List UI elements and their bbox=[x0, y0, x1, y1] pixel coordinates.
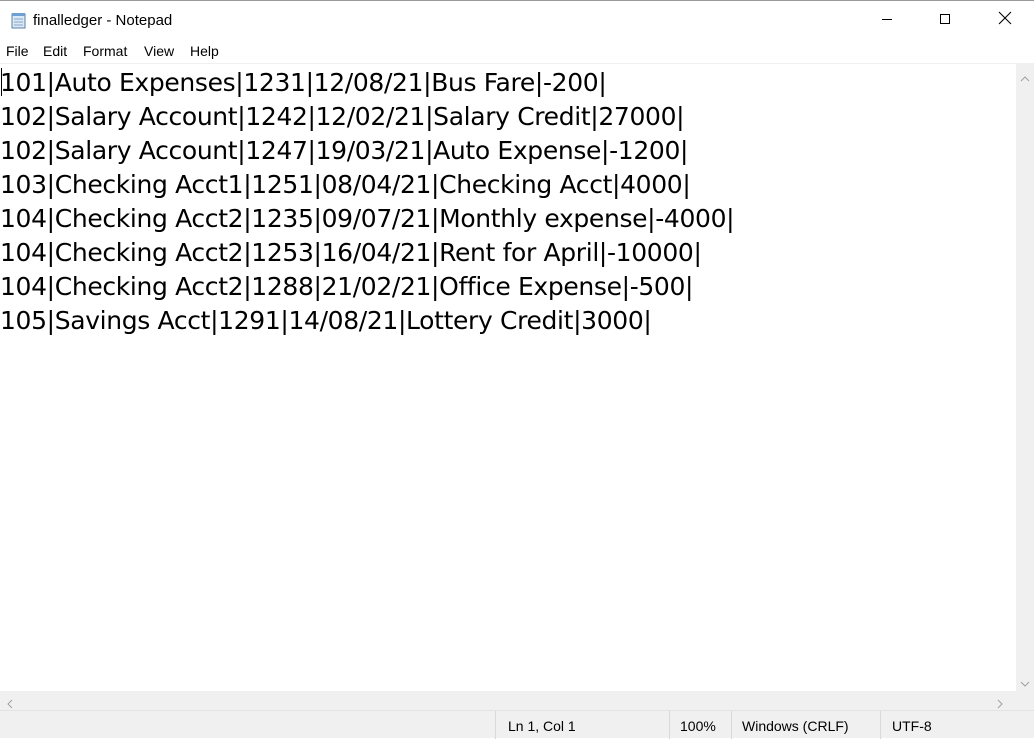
text-line-7: 104|Checking Acct2|1288|21/02/21|Office … bbox=[0, 272, 694, 301]
text-line-1: 101|Auto Expenses|1231|12/08/21|Bus Fare… bbox=[0, 68, 607, 97]
status-cursor-position: Ln 1, Col 1 bbox=[508, 718, 576, 734]
status-separator bbox=[669, 711, 670, 739]
scrollbar-corner bbox=[1016, 691, 1034, 710]
notepad-icon bbox=[10, 12, 27, 29]
status-separator bbox=[731, 711, 732, 739]
menu-bar: File Edit Format View Help bbox=[0, 40, 1034, 63]
text-line-6: 104|Checking Acct2|1253|16/04/21|Rent fo… bbox=[0, 238, 702, 267]
minimize-button[interactable] bbox=[858, 1, 916, 40]
text-line-5: 104|Checking Acct2|1235|09/07/21|Monthly… bbox=[0, 204, 735, 233]
text-line-4: 103|Checking Acct1|1251|08/04/21|Checkin… bbox=[0, 170, 691, 199]
window-title: finalledger - Notepad bbox=[33, 12, 173, 29]
menu-file[interactable]: File bbox=[6, 43, 29, 59]
close-icon bbox=[998, 11, 1012, 30]
title-bar[interactable]: finalledger - Notepad bbox=[0, 0, 1034, 40]
status-zoom: 100% bbox=[680, 718, 716, 734]
text-line-3: 102|Salary Account|1247|19/03/21|Auto Ex… bbox=[0, 136, 689, 165]
horizontal-scrollbar[interactable] bbox=[0, 691, 1016, 710]
scroll-up-arrow-icon[interactable] bbox=[1020, 69, 1030, 87]
status-separator bbox=[880, 711, 881, 739]
menu-edit[interactable]: Edit bbox=[43, 43, 67, 59]
menu-view[interactable]: View bbox=[144, 43, 174, 59]
text-line-8: 105|Savings Acct|1291|14/08/21|Lottery C… bbox=[0, 306, 652, 335]
maximize-icon bbox=[939, 12, 951, 30]
status-separator bbox=[495, 711, 496, 739]
vertical-scrollbar[interactable] bbox=[1016, 63, 1034, 691]
status-encoding: UTF-8 bbox=[892, 718, 932, 734]
close-button[interactable] bbox=[976, 1, 1034, 40]
status-line-ending: Windows (CRLF) bbox=[742, 718, 849, 734]
status-bar: Ln 1, Col 1 100% Windows (CRLF) UTF-8 bbox=[0, 710, 1034, 739]
menu-help[interactable]: Help bbox=[190, 43, 219, 59]
text-editor[interactable]: 101|Auto Expenses|1231|12/08/21|Bus Fare… bbox=[0, 63, 1016, 691]
minimize-icon bbox=[881, 12, 893, 30]
menu-format[interactable]: Format bbox=[83, 43, 127, 59]
maximize-button[interactable] bbox=[916, 1, 974, 40]
text-line-2: 102|Salary Account|1242|12/02/21|Salary … bbox=[0, 102, 685, 131]
